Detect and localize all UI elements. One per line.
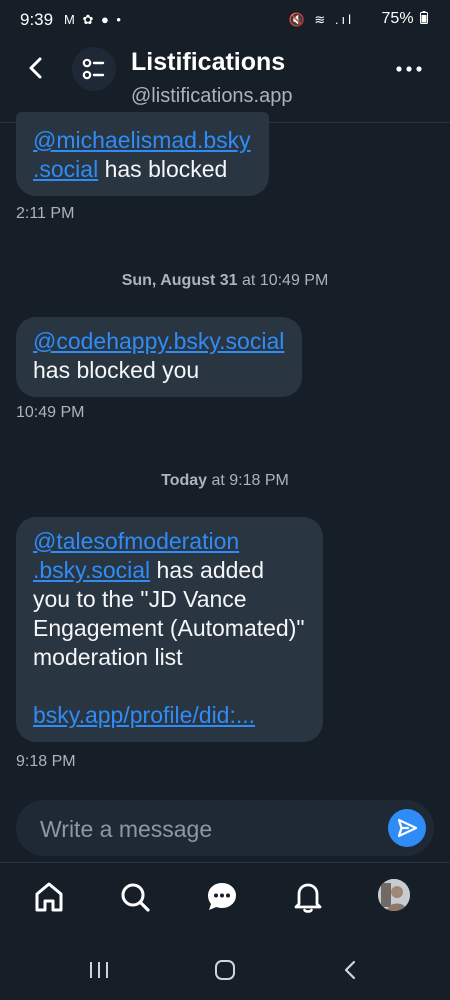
conversation-handle[interactable]: @listifications.app bbox=[131, 85, 292, 108]
day-label: Today bbox=[161, 472, 208, 489]
home-button-icon[interactable] bbox=[213, 958, 237, 982]
list-icon bbox=[82, 58, 105, 80]
system-navigation-bar bbox=[0, 940, 450, 1000]
message-text: you to the "JD Vance bbox=[33, 586, 247, 612]
mention-link[interactable]: @talesofmoderation bbox=[33, 528, 239, 554]
day-separator: Sun, August 31 at 10:49 PM bbox=[0, 272, 450, 290]
recent-apps-icon[interactable] bbox=[88, 960, 110, 980]
message-time: 9:18 PM bbox=[16, 753, 76, 770]
day-time: at 9:18 PM bbox=[207, 472, 289, 489]
bottom-navigation bbox=[0, 862, 450, 941]
search-icon[interactable] bbox=[117, 879, 153, 915]
send-icon bbox=[397, 818, 418, 838]
mention-link[interactable]: .social bbox=[33, 156, 98, 182]
battery-icon bbox=[420, 11, 428, 24]
status-time: 9:39 bbox=[20, 10, 54, 29]
battery-percent: 75% bbox=[381, 10, 414, 27]
battery-level: 75% bbox=[382, 10, 428, 28]
mention-link[interactable]: @michaelismad.bsky bbox=[33, 127, 251, 153]
message-input[interactable] bbox=[38, 812, 372, 846]
notifications-icon[interactable] bbox=[290, 879, 326, 915]
notification-icons: M ✿ ● • bbox=[64, 12, 123, 27]
day-separator: Today at 9:18 PM bbox=[0, 472, 450, 490]
message-bubble[interactable]: @michaelismad.bsky .social has blocked bbox=[16, 112, 269, 196]
message-composer bbox=[16, 800, 434, 856]
day-time: at 10:49 PM bbox=[237, 272, 329, 289]
message-time: 10:49 PM bbox=[16, 404, 85, 421]
message-text: has blocked you bbox=[33, 357, 200, 383]
home-icon[interactable] bbox=[31, 879, 67, 915]
status-bar: 9:39 M ✿ ● • 🔇 ≋ .ıl 75% bbox=[0, 0, 450, 40]
list-avatar[interactable] bbox=[72, 47, 116, 91]
messages-icon[interactable] bbox=[204, 879, 240, 915]
message-bubble[interactable]: @talesofmoderation .bsky.social has adde… bbox=[16, 517, 323, 742]
profile-avatar[interactable] bbox=[378, 879, 410, 911]
message-text: has blocked bbox=[98, 156, 228, 182]
send-button[interactable] bbox=[388, 809, 426, 847]
message-text: moderation list bbox=[33, 644, 183, 670]
mention-link[interactable]: .bsky.social bbox=[33, 557, 150, 583]
conversation-header: Listifications @listifications.app bbox=[0, 40, 450, 123]
mention-link[interactable]: @codehappy.bsky.social bbox=[33, 328, 284, 354]
message-time: 2:11 PM bbox=[16, 205, 75, 222]
back-icon[interactable] bbox=[22, 54, 50, 82]
back-button-icon[interactable] bbox=[342, 959, 358, 981]
message-text: Engagement (Automated)" bbox=[33, 615, 305, 641]
message-text: has added bbox=[150, 557, 264, 583]
more-options-icon[interactable] bbox=[394, 62, 424, 76]
conversation-title[interactable]: Listifications bbox=[131, 48, 285, 77]
signal-icons: 🔇 ≋ .ıl bbox=[288, 12, 354, 27]
day-label: Sun, August 31 bbox=[121, 272, 238, 289]
message-bubble[interactable]: @codehappy.bsky.social has blocked you bbox=[16, 317, 303, 397]
avatar-image bbox=[378, 879, 410, 911]
profile-url-link[interactable]: bsky.app/profile/did:... bbox=[33, 702, 255, 728]
